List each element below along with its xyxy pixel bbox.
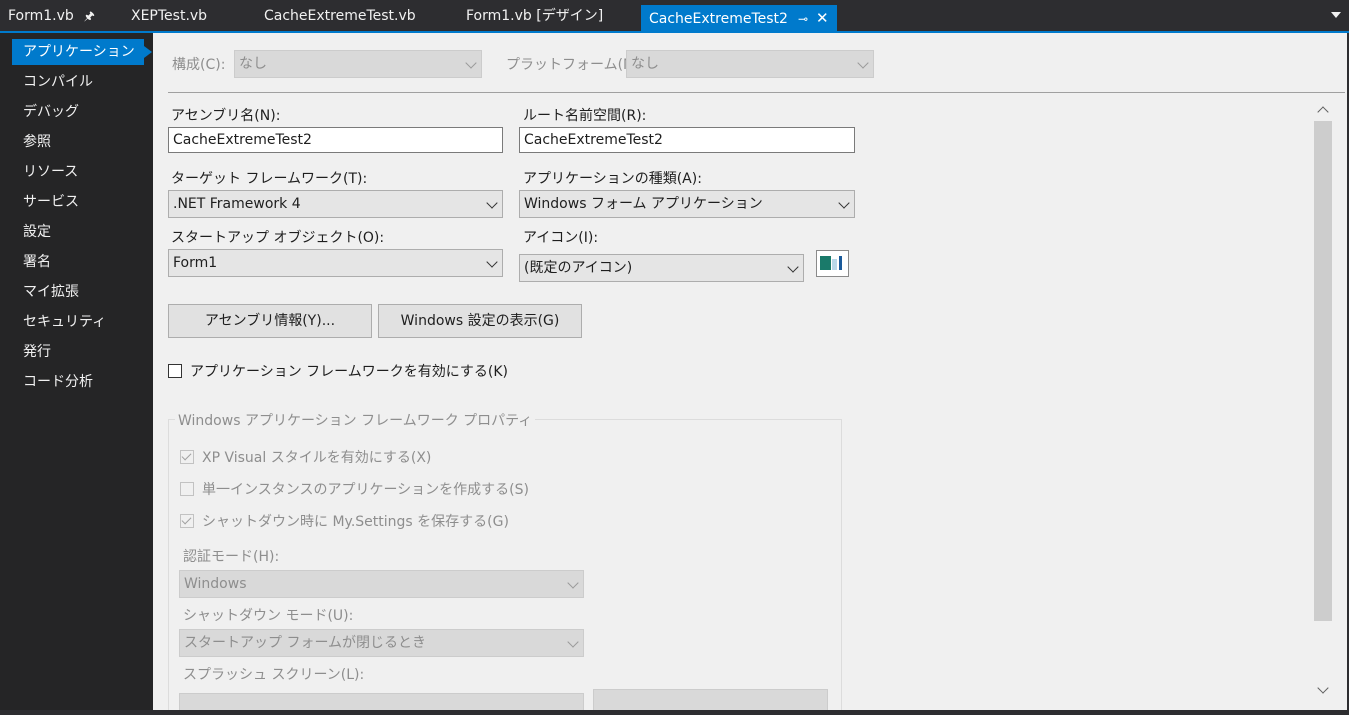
sidebar-item-services[interactable]: サービス [12,189,144,215]
icon-select[interactable]: (既定のアイコン) [519,254,804,282]
tab-form1-design[interactable]: Form1.vb [デザイン] [466,6,603,26]
chevron-down-icon [838,197,850,209]
tab-label: CacheExtremeTest.vb [264,8,416,24]
config-value: なし [239,56,267,72]
splash-screen-label: スプラッシュ スクリーン(L): [183,667,365,683]
shutdown-mode-label: シャットダウン モード(U): [183,608,354,624]
tab-form1-vb[interactable]: Form1.vb 🖈 [8,6,95,26]
save-settings-checkbox[interactable] [180,514,194,528]
window-icon [820,256,842,270]
icon-label: アイコン(I): [523,230,599,246]
framework-group-title: Windows アプリケーション フレームワーク プロパティ [175,410,536,430]
chevron-down-icon [465,57,477,69]
splash-screen-select[interactable] [179,693,584,710]
target-framework-select[interactable]: .NET Framework 4 [168,190,503,218]
sidebar-item-references[interactable]: 参照 [12,129,144,155]
auth-mode-select[interactable]: Windows [179,570,584,598]
sidebar-item-signing[interactable]: 署名 [12,249,144,275]
single-instance-label: 単一インスタンスのアプリケーションを作成する(S) [202,482,529,498]
root-namespace-input[interactable]: CacheExtremeTest2 [519,127,855,153]
application-type-select[interactable]: Windows フォーム アプリケーション [519,190,855,218]
target-framework-label: ターゲット フレームワーク(T): [171,171,368,187]
scroll-up-icon[interactable] [1317,106,1329,118]
enable-framework-checkbox[interactable] [168,364,182,378]
close-icon[interactable]: ✕ [816,5,829,31]
startup-object-value: Form1 [173,255,218,271]
sidebar-item-code-analysis[interactable]: コード分析 [12,369,144,395]
tab-label: XEPTest.vb [131,8,208,24]
chevron-down-icon [567,577,579,589]
application-type-value: Windows フォーム アプリケーション [524,196,763,212]
icon-value: (既定のアイコン) [524,260,633,276]
xp-visual-label: XP Visual スタイルを有効にする(X) [202,450,432,466]
view-windows-settings-button[interactable]: Windows 設定の表示(G) [378,304,582,338]
assembly-name-label: アセンブリ名(N): [171,108,281,124]
application-type-label: アプリケーションの種類(A): [523,171,702,187]
sidebar-item-application[interactable]: アプリケーション [12,39,152,65]
sidebar-item-publish[interactable]: 発行 [12,339,144,365]
sidebar-item-resources[interactable]: リソース [12,159,144,185]
tab-overflow-dropdown-icon[interactable] [1331,12,1341,18]
pin-icon[interactable]: 🖈 [84,6,95,26]
auth-mode-value: Windows [184,576,247,592]
assembly-info-button[interactable]: アセンブリ情報(Y)... [168,304,372,338]
platform-label: プラットフォーム(M): [506,57,646,73]
startup-object-label: スタートアップ オブジェクト(O): [171,230,385,246]
header-divider [168,92,1345,93]
config-label: 構成(C): [172,57,226,73]
splash-screen-view-button[interactable] [593,689,828,710]
single-instance-checkbox[interactable] [180,482,194,496]
tab-label: CacheExtremeTest2 [649,11,788,27]
chevron-down-icon [787,261,799,273]
platform-value: なし [631,56,659,72]
tab-cacheextremetest-vb[interactable]: CacheExtremeTest.vb [264,6,416,26]
chevron-down-icon [857,57,869,69]
sidebar-item-compile[interactable]: コンパイル [12,69,144,95]
window-bottom-edge [0,710,1349,715]
xp-visual-checkbox[interactable] [180,450,194,464]
property-pages-sidebar: アプリケーション コンパイル デバッグ 参照 リソース サービス 設定 署名 マ… [0,33,153,710]
tab-cacheextremetest2[interactable]: CacheExtremeTest2 ⊸ ✕ [641,5,837,31]
tab-label: Form1.vb [デザイン] [466,8,604,24]
sidebar-item-debug[interactable]: デバッグ [12,99,144,125]
platform-select[interactable]: なし [626,50,874,78]
sidebar-item-my-extensions[interactable]: マイ拡張 [12,279,144,305]
tab-xeptest-vb[interactable]: XEPTest.vb [131,6,207,26]
scroll-thumb[interactable] [1314,121,1332,621]
chevron-down-icon [567,636,579,648]
assembly-name-input[interactable]: CacheExtremeTest2 [168,127,503,153]
shutdown-mode-select[interactable]: スタートアップ フォームが閉じるとき [179,629,584,657]
chevron-down-icon [486,197,498,209]
config-select[interactable]: なし [234,50,482,78]
root-namespace-label: ルート名前空間(R): [523,108,647,124]
enable-framework-label[interactable]: アプリケーション フレームワークを有効にする(K) [190,361,508,381]
pin-icon[interactable]: ⊸ [798,6,808,32]
app-icon-preview-icon [816,250,849,277]
tab-label: Form1.vb [8,8,74,24]
shutdown-mode-value: スタートアップ フォームが閉じるとき [184,635,427,651]
application-properties-panel: 構成(C): なし プラットフォーム(M): なし アセンブリ名(N): Cac… [153,33,1347,710]
auth-mode-label: 認証モード(H): [183,549,280,565]
scroll-down-icon[interactable] [1317,682,1329,694]
save-settings-label: シャットダウン時に My.Settings を保存する(G) [202,514,509,530]
sidebar-item-security[interactable]: セキュリティ [12,309,144,335]
document-tab-bar: Form1.vb 🖈 XEPTest.vb CacheExtremeTest.vb… [0,0,1349,32]
sidebar-item-settings[interactable]: 設定 [12,219,144,245]
vertical-scrollbar[interactable] [1314,97,1332,697]
chevron-down-icon [486,256,498,268]
target-framework-value: .NET Framework 4 [173,196,301,212]
startup-object-select[interactable]: Form1 [168,249,503,277]
